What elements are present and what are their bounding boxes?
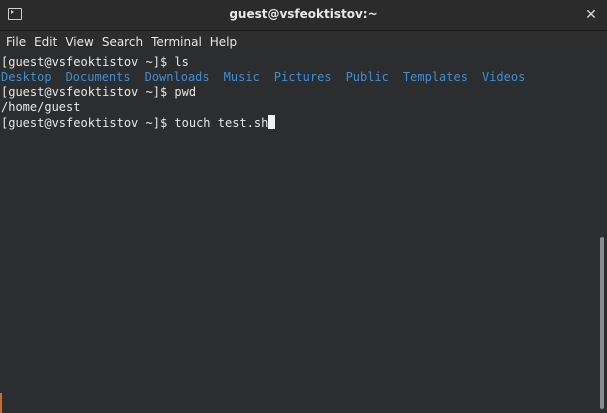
dir-templates: Templates [402, 70, 468, 84]
close-button[interactable]: ✕ [581, 5, 601, 25]
terminal-output[interactable]: [guest@vsfeoktistov ~]$ ls Desktop Docume… [0, 53, 597, 413]
title-bar[interactable]: guest@vsfeoktistov:~ ✕ [0, 0, 607, 31]
menu-search[interactable]: Search [98, 31, 147, 53]
dir-downloads: Downloads [144, 70, 210, 84]
dir-pictures: Pictures [273, 70, 332, 84]
window-title: guest@vsfeoktistov:~ [229, 7, 378, 21]
menu-file[interactable]: File [2, 31, 30, 53]
menu-bar: File Edit View Search Terminal Help [0, 31, 607, 53]
menu-help[interactable]: Help [206, 31, 241, 53]
edge-highlight [0, 393, 2, 413]
menu-terminal[interactable]: Terminal [147, 31, 206, 53]
command: touch test.sh [174, 116, 269, 130]
dir-videos: Videos [481, 70, 526, 84]
terminal-line: [guest@vsfeoktistov ~]$ pwd [1, 85, 196, 100]
directory-listing: Desktop Documents Downloads Music Pictures Pu… [1, 70, 539, 85]
dir-public: Public [345, 70, 389, 84]
prompt: [guest@vsfeoktistov ~]$ [1, 85, 175, 99]
terminal-output-line: /home/guest [1, 100, 81, 114]
menu-edit[interactable]: Edit [30, 31, 61, 53]
prompt: [guest@vsfeoktistov ~]$ [1, 55, 175, 69]
scrollbar-thumb[interactable] [600, 237, 604, 409]
menu-view[interactable]: View [61, 31, 97, 53]
terminal-window: guest@vsfeoktistov:~ ✕ File Edit View Searc… [0, 0, 607, 413]
prompt: [guest@vsfeoktistov ~]$ [1, 116, 175, 130]
dir-documents: Documents [65, 70, 131, 84]
text-cursor [268, 115, 276, 129]
dir-desktop: Desktop [1, 70, 52, 84]
terminal-line: [guest@vsfeoktistov ~]$ ls [1, 55, 189, 70]
scrollbar[interactable] [597, 53, 607, 413]
command: ls [174, 55, 189, 69]
terminal-line: [guest@vsfeoktistov ~]$ touch test.sh [1, 115, 276, 131]
command: pwd [174, 85, 197, 99]
dir-music: Music [223, 70, 260, 84]
